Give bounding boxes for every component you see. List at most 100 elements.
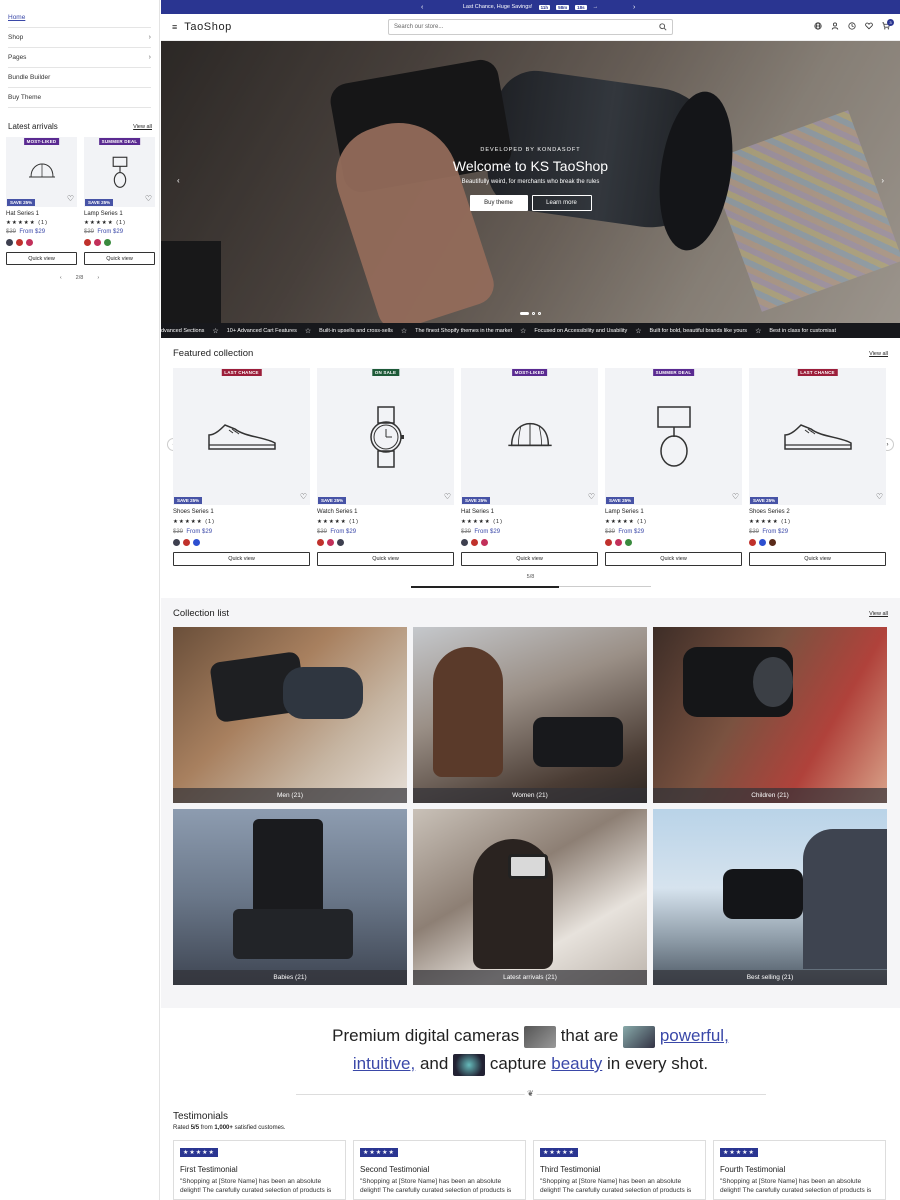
history-icon[interactable] (848, 22, 856, 30)
globe-icon[interactable] (814, 22, 822, 30)
collection-card-best-selling[interactable]: Best selling (21) (653, 809, 887, 985)
chevron-right-icon[interactable]: › (97, 275, 99, 281)
save-badge: SAVE 25% (606, 497, 635, 504)
color-swatch[interactable] (104, 239, 111, 246)
color-swatch[interactable] (183, 539, 190, 546)
collection-view-all-link[interactable]: View all (869, 611, 888, 617)
product-rating: ★★★★★ (1) (173, 519, 310, 525)
product-name[interactable]: Watch Series 1 (317, 509, 454, 515)
buy-theme-button[interactable]: Buy theme (469, 195, 528, 211)
collection-card-women[interactable]: Women (21) (413, 627, 647, 803)
featured-view-all-link[interactable]: View all (869, 351, 888, 357)
learn-more-button[interactable]: Learn more (531, 195, 592, 211)
quick-view-button[interactable]: Quick view (461, 552, 598, 566)
color-swatch[interactable] (94, 239, 101, 246)
product-image[interactable]: ON SALE SAVE 25% ♡ (317, 368, 454, 505)
color-swatch[interactable] (625, 539, 632, 546)
color-swatch[interactable] (16, 239, 23, 246)
color-swatch[interactable] (749, 539, 756, 546)
wishlist-icon[interactable] (865, 22, 873, 30)
quick-view-button[interactable]: Quick view (749, 552, 886, 566)
color-swatch[interactable] (6, 239, 13, 246)
product-card[interactable]: MOST-LIKED SAVE 25% ♡ Hat Series 1 ★★★★★… (461, 368, 598, 566)
color-swatch[interactable] (193, 539, 200, 546)
product-image[interactable]: MOST-LIKED SAVE 25% ♡ (6, 137, 77, 207)
product-image[interactable]: LAST CHANCE SAVE 25% ♡ (173, 368, 310, 505)
wishlist-heart-icon[interactable]: ♡ (588, 492, 595, 501)
product-image[interactable]: LAST CHANCE SAVE 25% ♡ (749, 368, 886, 505)
color-swatch[interactable] (84, 239, 91, 246)
product-name[interactable]: Hat Series 1 (6, 211, 77, 217)
wishlist-heart-icon[interactable]: ♡ (732, 492, 739, 501)
wishlist-heart-icon[interactable]: ♡ (145, 194, 152, 203)
current-price: From $29 (19, 229, 46, 235)
drawer-nav-bundle-builder[interactable]: Bundle Builder (8, 68, 151, 88)
main-page: ‹ Last Chance, Huge Savings! 11h 58m 18s… (161, 0, 900, 1200)
color-swatch[interactable] (461, 539, 468, 546)
store-logo[interactable]: TaoShop (184, 21, 232, 33)
product-card[interactable]: ON SALE SAVE 25% ♡ Watch Series 1 ★★★★★ … (317, 368, 454, 566)
quick-view-button[interactable]: Quick view (605, 552, 742, 566)
collection-card-children[interactable]: Children (21) (653, 627, 887, 803)
color-swatch[interactable] (481, 539, 488, 546)
quick-view-button[interactable]: Quick view (84, 252, 155, 265)
color-swatch[interactable] (471, 539, 478, 546)
carousel-progress-bar[interactable] (410, 585, 651, 588)
collection-card-latest-arrivals[interactable]: Latest arrivals (21) (413, 809, 647, 985)
latest-pager: ‹ 2/8 › (0, 275, 159, 281)
search-icon[interactable] (659, 23, 667, 31)
watch-icon (369, 405, 404, 468)
wishlist-heart-icon[interactable]: ♡ (444, 492, 451, 501)
quick-view-button[interactable]: Quick view (173, 552, 310, 566)
drawer-nav-buy-theme[interactable]: Buy Theme (8, 88, 151, 108)
product-name[interactable]: Shoes Series 1 (173, 509, 310, 515)
product-name[interactable]: Shoes Series 2 (749, 509, 886, 515)
menu-icon[interactable]: ≡ (172, 22, 177, 32)
product-image[interactable]: SUMMER DEAL SAVE 25% ♡ (84, 137, 155, 207)
product-card[interactable]: LAST CHANCE SAVE 25% ♡ Shoes Series 1 ★★… (173, 368, 310, 566)
slide-dot[interactable] (532, 312, 535, 315)
rating-stars: ★★★★★ (317, 519, 347, 525)
product-card[interactable]: SUMMER DEAL SAVE 25% ♡ Lamp Series 1 ★★★… (605, 368, 742, 566)
account-icon[interactable] (831, 22, 839, 30)
collection-card-babies[interactable]: Babies (21) (173, 809, 407, 985)
color-swatch[interactable] (605, 539, 612, 546)
quick-view-button[interactable]: Quick view (317, 552, 454, 566)
cart-button[interactable]: 3 (882, 19, 894, 32)
product-card[interactable]: SUMMER DEAL SAVE 25% ♡ Lamp Series 1 ★★★… (84, 137, 155, 265)
color-swatch[interactable] (327, 539, 334, 546)
product-name[interactable]: Lamp Series 1 (84, 211, 155, 217)
product-name[interactable]: Lamp Series 1 (605, 509, 742, 515)
collection-card-men[interactable]: Men (21) (173, 627, 407, 803)
color-swatch[interactable] (173, 539, 180, 546)
product-image[interactable]: MOST-LIKED SAVE 25% ♡ (461, 368, 598, 505)
color-swatch[interactable] (615, 539, 622, 546)
product-card[interactable]: MOST-LIKED SAVE 25% ♡ Hat Series 1 ★★★★★… (6, 137, 77, 265)
current-price: From $29 (186, 529, 213, 535)
wishlist-heart-icon[interactable]: ♡ (876, 492, 883, 501)
summary-text: Rated (173, 1125, 191, 1131)
wishlist-heart-icon[interactable]: ♡ (67, 194, 74, 203)
product-name[interactable]: Hat Series 1 (461, 509, 598, 515)
product-card[interactable]: LAST CHANCE SAVE 25% ♡ Shoes Series 2 ★★… (749, 368, 886, 566)
color-swatch[interactable] (759, 539, 766, 546)
color-swatch[interactable] (769, 539, 776, 546)
quick-view-button[interactable]: Quick view (6, 252, 77, 265)
latest-view-all-link[interactable]: View all (133, 124, 152, 130)
color-swatch[interactable] (337, 539, 344, 546)
color-swatches (6, 239, 77, 246)
drawer-nav-home[interactable]: Home (8, 8, 151, 28)
chevron-left-icon[interactable]: ‹ (60, 275, 62, 281)
drawer-nav-pages[interactable]: Pages › (8, 48, 151, 68)
color-swatch[interactable] (317, 539, 324, 546)
product-rating: ★★★★★ (1) (605, 519, 742, 525)
chevron-left-icon[interactable]: ‹ (421, 4, 423, 11)
product-image[interactable]: SUMMER DEAL SAVE 25% ♡ (605, 368, 742, 505)
drawer-nav-shop[interactable]: Shop › (8, 28, 151, 48)
wishlist-heart-icon[interactable]: ♡ (300, 492, 307, 501)
chevron-right-icon[interactable]: › (633, 4, 635, 11)
search-input[interactable]: Search our store... (388, 19, 673, 35)
slide-dot[interactable] (538, 312, 541, 315)
slide-dot[interactable] (520, 312, 529, 315)
color-swatch[interactable] (26, 239, 33, 246)
